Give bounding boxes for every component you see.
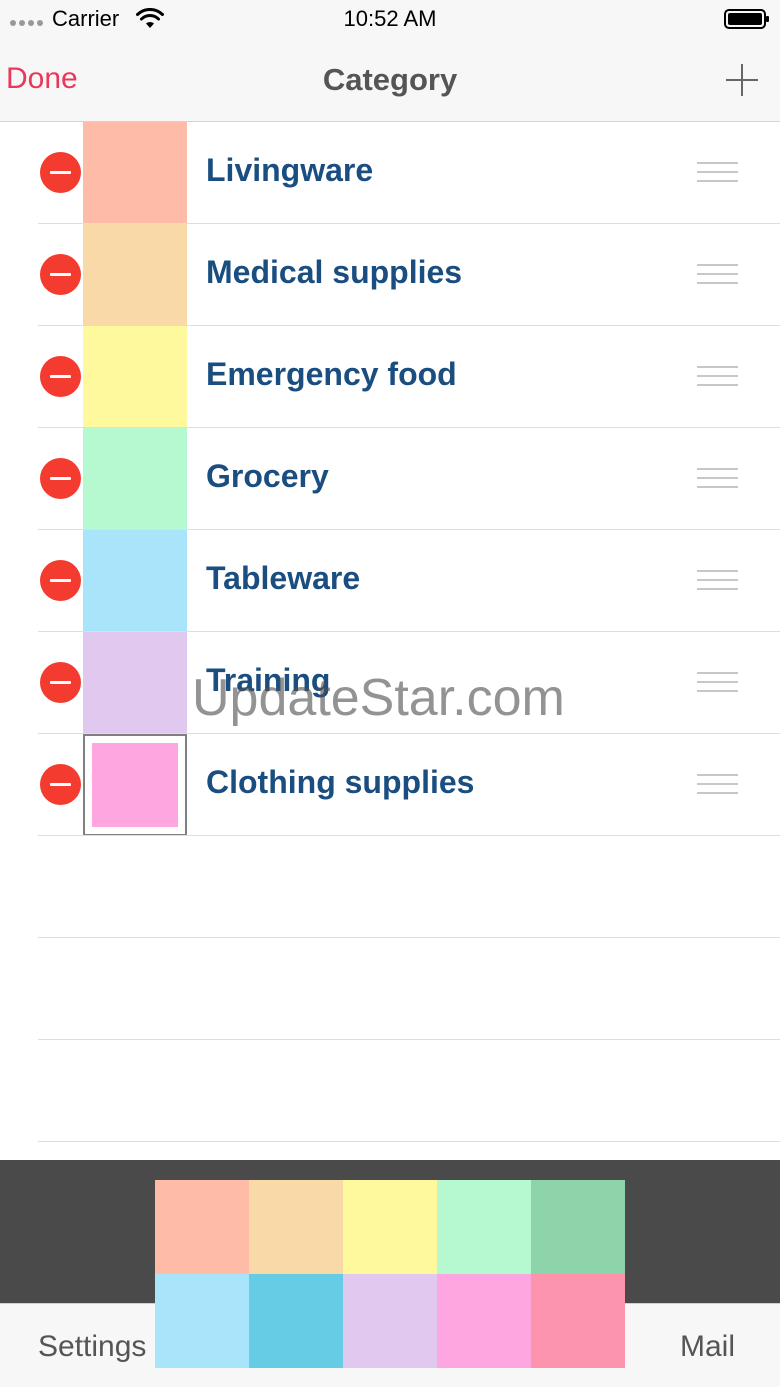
category-row[interactable]: Clothing supplies <box>0 734 780 836</box>
category-color-swatch[interactable] <box>83 530 187 632</box>
palette-color-cell[interactable] <box>155 1274 249 1368</box>
category-color-swatch[interactable] <box>83 734 187 836</box>
plus-icon[interactable] <box>726 64 758 96</box>
category-row[interactable]: Medical supplies <box>0 224 780 326</box>
category-color-swatch[interactable] <box>83 122 187 224</box>
delete-icon[interactable] <box>40 458 81 499</box>
category-list: Livingware Medical supplies Emergency fo… <box>0 122 780 1142</box>
category-color-swatch[interactable] <box>83 326 187 428</box>
palette-color-cell[interactable] <box>155 1180 249 1274</box>
palette-color-cell[interactable] <box>531 1180 625 1274</box>
battery-icon <box>724 9 769 29</box>
nav-bar: Done Category <box>0 40 780 122</box>
category-color-swatch[interactable] <box>83 632 187 734</box>
category-row[interactable]: Livingware <box>0 122 780 224</box>
empty-row <box>0 836 780 938</box>
reorder-handle-icon[interactable] <box>697 264 738 286</box>
category-label: Emergency food <box>206 356 457 392</box>
category-label: Tableware <box>206 560 361 596</box>
delete-icon[interactable] <box>40 254 81 295</box>
category-color-swatch[interactable] <box>83 428 187 530</box>
category-label: Livingware <box>206 152 374 188</box>
palette-color-cell[interactable] <box>437 1274 531 1368</box>
palette-color-cell[interactable] <box>343 1274 437 1368</box>
palette-color-cell[interactable] <box>249 1180 343 1274</box>
palette-color-cell[interactable] <box>343 1180 437 1274</box>
reorder-handle-icon[interactable] <box>697 570 738 592</box>
category-label: Medical supplies <box>206 254 463 290</box>
reorder-handle-icon[interactable] <box>697 672 738 694</box>
selected-color-fill <box>92 743 178 827</box>
category-row[interactable]: Emergency food <box>0 326 780 428</box>
watermark: UpdateStar.com <box>192 669 565 727</box>
category-color-swatch[interactable] <box>83 224 187 326</box>
clock: 10:52 AM <box>343 6 437 31</box>
reorder-handle-icon[interactable] <box>697 366 738 388</box>
palette-color-cell[interactable] <box>437 1180 531 1274</box>
delete-icon[interactable] <box>40 764 81 805</box>
category-row[interactable]: Grocery <box>0 428 780 530</box>
delete-icon[interactable] <box>40 152 81 193</box>
reorder-handle-icon[interactable] <box>697 162 738 184</box>
reorder-handle-icon[interactable] <box>697 468 738 490</box>
tab-settings[interactable]: Settings <box>38 1330 146 1364</box>
reorder-handle-icon[interactable] <box>697 774 738 796</box>
empty-row <box>0 1040 780 1142</box>
delete-icon[interactable] <box>40 356 81 397</box>
status-bar: Carrier 10:52 AM <box>0 0 780 40</box>
page-title: Category <box>322 62 458 97</box>
palette-color-cell[interactable] <box>249 1274 343 1368</box>
category-label: Clothing supplies <box>206 764 475 800</box>
delete-icon[interactable] <box>40 560 81 601</box>
tab-mail[interactable]: Mail <box>680 1330 735 1364</box>
color-palette <box>155 1180 625 1368</box>
category-row[interactable]: Tableware <box>0 530 780 632</box>
delete-icon[interactable] <box>40 662 81 703</box>
category-label: Grocery <box>206 458 329 494</box>
empty-row <box>0 938 780 1040</box>
palette-color-cell[interactable] <box>531 1274 625 1368</box>
